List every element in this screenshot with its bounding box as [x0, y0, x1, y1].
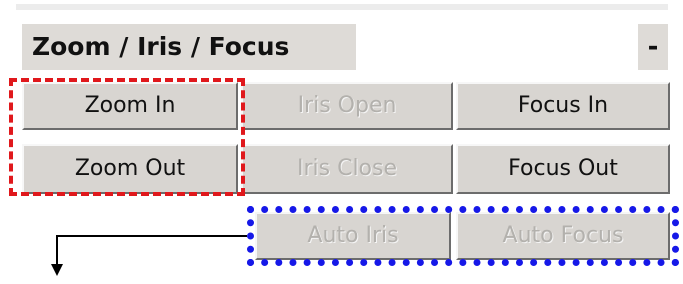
zoom-out-label: Zoom Out [74, 156, 186, 181]
panel-title: Zoom / Iris / Focus [22, 24, 356, 70]
focus-out-button[interactable]: Focus Out [456, 144, 670, 194]
collapse-button[interactable]: - [638, 24, 668, 70]
top-divider [16, 4, 668, 10]
auto-iris-label: Auto Iris [307, 223, 399, 248]
auto-iris-button[interactable]: Auto Iris [255, 212, 451, 260]
iris-open-label: Iris Open [297, 93, 397, 118]
zoom-in-label: Zoom In [84, 93, 176, 118]
auto-focus-label: Auto Focus [502, 223, 624, 248]
iris-close-label: Iris Close [296, 156, 398, 181]
panel-header: Zoom / Iris / Focus - [22, 24, 668, 70]
focus-out-label: Focus Out [508, 156, 618, 181]
iris-open-button[interactable]: Iris Open [241, 82, 453, 130]
auto-focus-button[interactable]: Auto Focus [456, 212, 670, 260]
focus-in-button[interactable]: Focus In [456, 82, 670, 130]
focus-in-label: Focus In [517, 93, 609, 118]
zoom-out-button[interactable]: Zoom Out [22, 144, 238, 194]
callout-line [56, 235, 247, 270]
iris-close-button[interactable]: Iris Close [241, 144, 453, 194]
arrow-down-icon [51, 264, 63, 276]
zoom-in-button[interactable]: Zoom In [22, 82, 238, 130]
